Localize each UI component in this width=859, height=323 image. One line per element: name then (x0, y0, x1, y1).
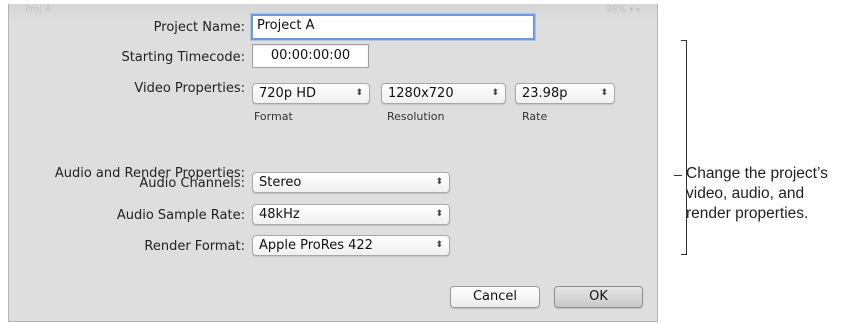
audio-channels-value: Stereo (259, 175, 302, 190)
resolution-popup[interactable]: 1280x720 ⬍ (381, 83, 506, 104)
callout-bracket-tick (674, 175, 682, 176)
project-properties-dialog: Proj A 98% ▾ ▸ Project Name: Project A S… (8, 4, 658, 322)
up-down-chevron-icon: ⬍ (491, 88, 498, 98)
up-down-chevron-icon: ⬍ (355, 88, 362, 98)
ok-button[interactable]: OK (554, 286, 643, 308)
audio-channels-label: Audio Channels: (139, 176, 245, 191)
audio-sample-rate-value: 48kHz (259, 207, 300, 222)
render-format-popup[interactable]: Apple ProRes 422 ⬍ (252, 235, 450, 256)
render-format-value: Apple ProRes 422 (259, 238, 373, 253)
render-format-label: Render Format: (144, 239, 245, 254)
rate-caption: Rate (522, 110, 548, 123)
callout-line-3: render properties. (686, 205, 809, 222)
project-name-field[interactable]: Project A (251, 14, 535, 40)
audio-sample-rate-label: Audio Sample Rate: (116, 208, 245, 223)
format-popup[interactable]: 720p HD ⬍ (252, 83, 370, 104)
up-down-chevron-icon: ⬍ (600, 88, 607, 98)
starting-timecode-label: Starting Timecode: (121, 50, 245, 65)
rate-value: 23.98p (522, 86, 568, 101)
format-caption: Format (254, 110, 293, 123)
project-name-label: Project Name: (153, 20, 245, 35)
rate-popup[interactable]: 23.98p ⬍ (515, 83, 615, 104)
ghost-title-right: 98% ▾ ▸ (606, 5, 641, 15)
format-value: 720p HD (259, 86, 316, 101)
cancel-button[interactable]: Cancel (450, 286, 540, 308)
up-down-chevron-icon: ⬍ (435, 177, 442, 187)
ghost-title-left: Proj A (25, 5, 51, 15)
video-properties-label: Video Properties: (134, 81, 245, 96)
resolution-caption: Resolution (387, 110, 445, 123)
callout-text: Change the project’s video, audio, and r… (686, 164, 859, 224)
audio-sample-rate-popup[interactable]: 48kHz ⬍ (252, 204, 450, 225)
resolution-value: 1280x720 (388, 86, 454, 101)
up-down-chevron-icon: ⬍ (435, 240, 442, 250)
up-down-chevron-icon: ⬍ (435, 209, 442, 219)
audio-channels-popup[interactable]: Stereo ⬍ (252, 172, 450, 193)
callout-line-1: Change the project’s (686, 165, 828, 182)
callout-line-2: video, audio, and (686, 185, 805, 202)
starting-timecode-field[interactable]: 00:00:00:00 (252, 44, 369, 68)
